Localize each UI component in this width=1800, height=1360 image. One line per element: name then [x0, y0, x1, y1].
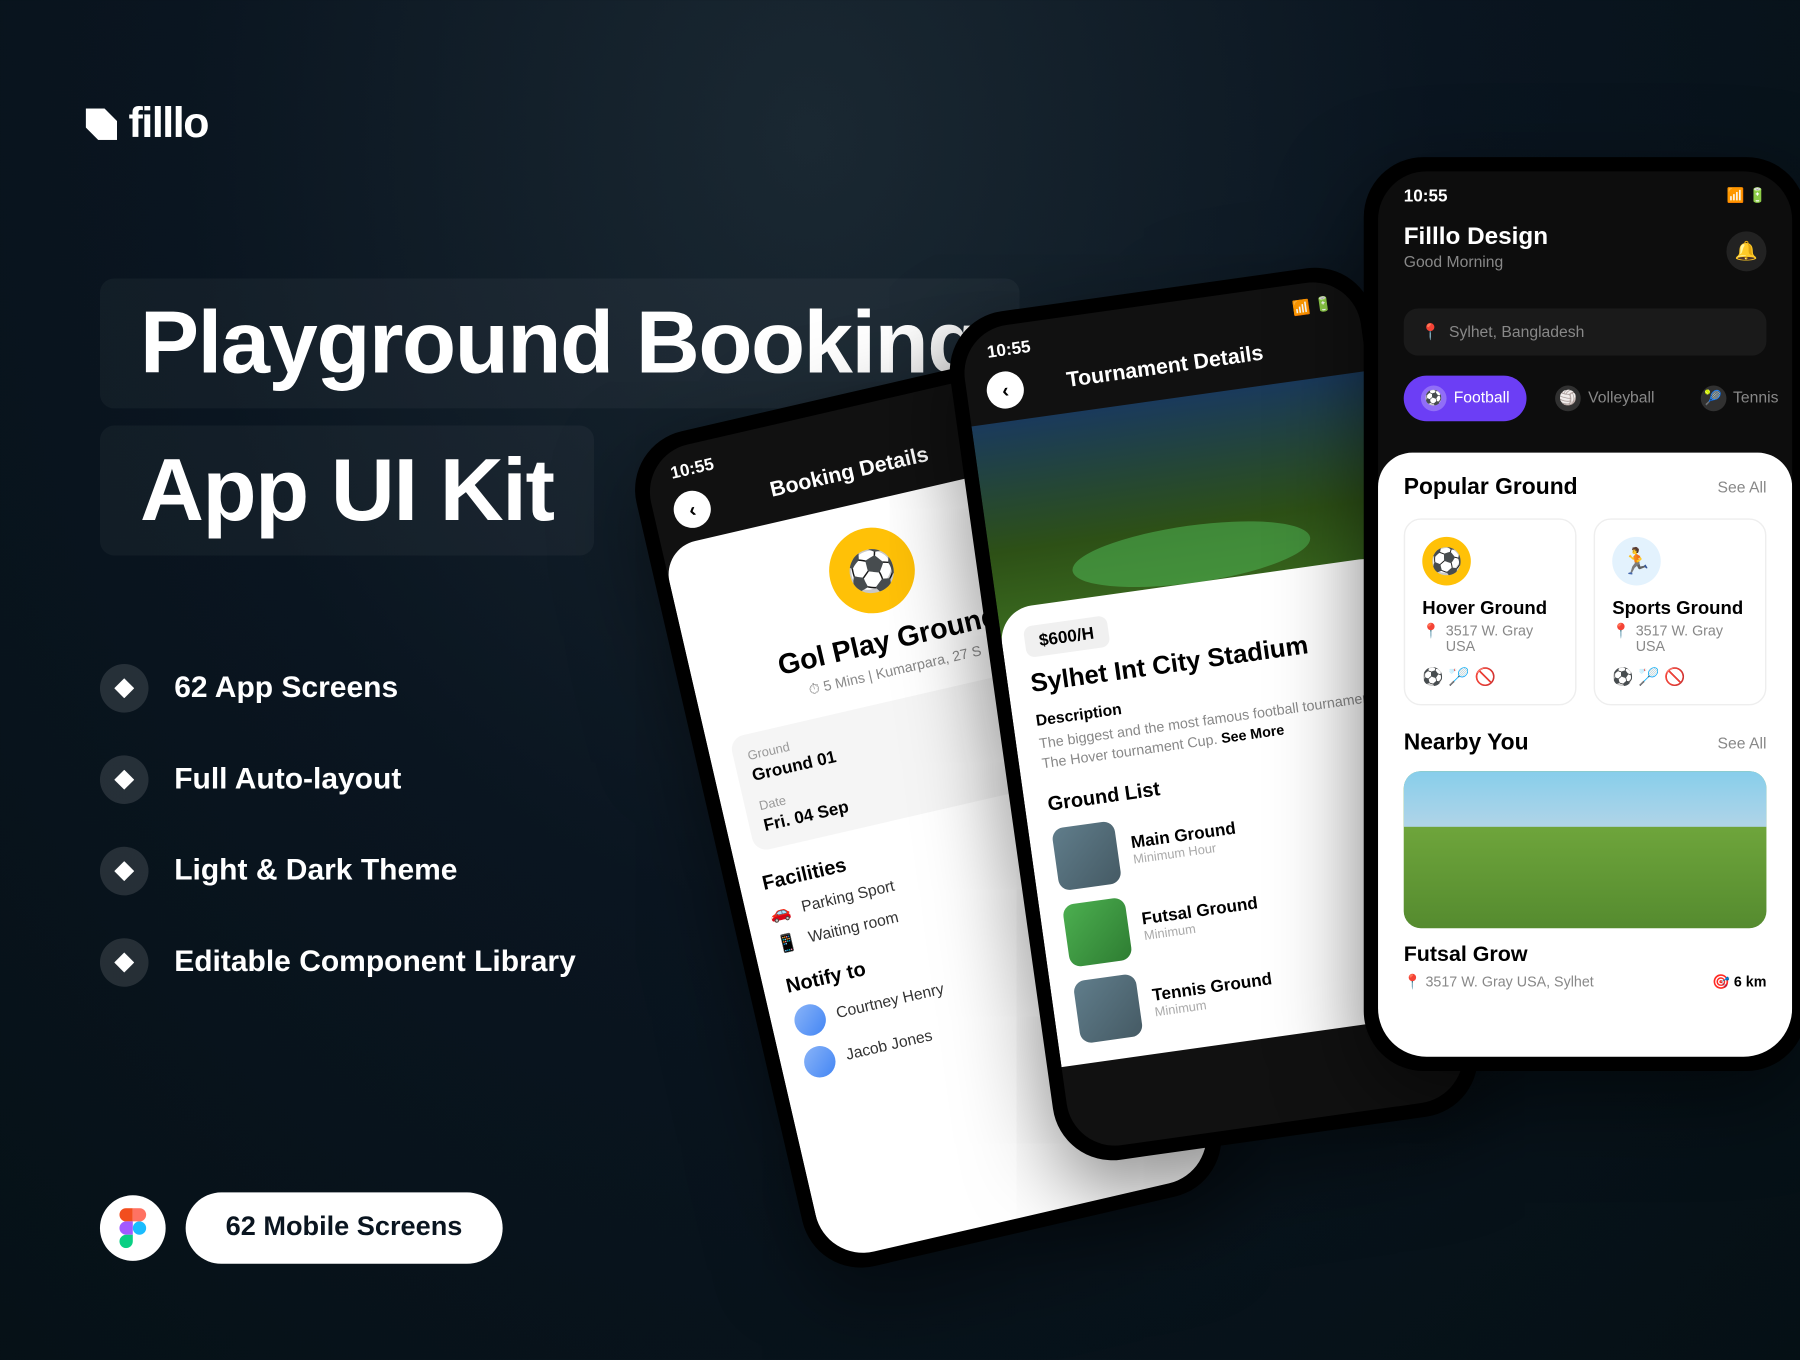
notification-button[interactable]: 🔔: [1726, 231, 1766, 271]
see-more-link[interactable]: See More: [1220, 723, 1285, 747]
brand-icon: [86, 109, 117, 140]
room-icon: 📱: [775, 931, 800, 955]
category-tabs: ⚽Football 🏐Volleyball 🎾Tennis: [1378, 356, 1792, 442]
figma-badge[interactable]: [100, 1195, 166, 1261]
ground-thumb: [1073, 973, 1144, 1044]
diamond-icon: [100, 664, 149, 713]
card-avatar: 🏃: [1612, 537, 1661, 586]
avatar: [791, 1001, 829, 1039]
pin-icon: 📍: [1612, 624, 1630, 655]
diamond-icon: [100, 938, 149, 987]
status-bar: 10:55📶🔋: [1378, 171, 1792, 211]
feature-item: 62 App Screens: [100, 664, 576, 713]
back-button[interactable]: ‹: [670, 487, 715, 532]
cta-row: 62 Mobile Screens: [100, 1192, 502, 1263]
diamond-icon: [100, 755, 149, 804]
brand-text: filllo: [129, 100, 208, 149]
feature-item: Full Auto-layout: [100, 755, 576, 804]
price-badge: $600/H: [1023, 615, 1110, 658]
category-tab[interactable]: ⚽Football: [1404, 376, 1527, 422]
ground-avatar: ⚽: [821, 519, 924, 622]
category-tab[interactable]: 🏐Volleyball: [1538, 376, 1671, 422]
see-all-link[interactable]: See All: [1718, 480, 1767, 497]
feature-item: Light & Dark Theme: [100, 847, 576, 896]
pin-icon: 📍: [1421, 323, 1441, 342]
football-icon: ⚽: [1421, 386, 1447, 412]
user-name: Filllo Design: [1404, 223, 1767, 252]
avatar: [801, 1043, 839, 1081]
headline-line2: App UI Kit: [100, 426, 594, 556]
ground-card[interactable]: ⚽ Hover Ground 📍3517 W. Gray USA ⚽ 🏸 🚫: [1404, 518, 1577, 705]
see-all-link[interactable]: See All: [1718, 735, 1767, 752]
ground-thumb: [1062, 897, 1133, 968]
nearby-meta: 📍 3517 W. Gray USA, Sylhet 🎯 6 km: [1404, 975, 1767, 991]
sport-icons: ⚽ 🏸 🚫: [1422, 667, 1558, 687]
cta-pill[interactable]: 62 Mobile Screens: [186, 1192, 503, 1263]
ground-thumb: [1051, 820, 1122, 891]
greeting: Good Morning: [1404, 254, 1767, 271]
category-tab[interactable]: 🎾Tennis: [1683, 376, 1792, 422]
phone-home: 10:55📶🔋 Filllo Design Good Morning 🔔 📍Sy…: [1364, 157, 1800, 1071]
ground-card[interactable]: 🏃 Sports Ground 📍3517 W. Gray USA ⚽ 🏸 🚫: [1594, 518, 1767, 705]
car-icon: 🚗: [768, 900, 793, 924]
pin-icon: 📍: [1422, 624, 1440, 655]
card-avatar: ⚽: [1422, 537, 1471, 586]
feature-list: 62 App Screens Full Auto-layout Light & …: [100, 664, 576, 987]
pin-icon: 📍: [1404, 975, 1422, 991]
brand-logo: filllo: [86, 100, 208, 149]
diamond-icon: [100, 847, 149, 896]
volleyball-icon: 🏐: [1555, 386, 1581, 412]
back-button[interactable]: ‹: [984, 369, 1026, 411]
figma-icon: [119, 1208, 148, 1248]
sport-icons: ⚽ 🏸 🚫: [1612, 667, 1748, 687]
location-input[interactable]: 📍Sylhet, Bangladesh: [1404, 308, 1767, 355]
tennis-icon: 🎾: [1700, 386, 1726, 412]
nearby-title: Futsal Grow: [1404, 942, 1767, 966]
section-header: Popular Ground See All: [1404, 476, 1767, 502]
feature-item: Editable Component Library: [100, 938, 576, 987]
nearby-image[interactable]: [1404, 771, 1767, 928]
section-header: Nearby You See All: [1404, 731, 1767, 757]
